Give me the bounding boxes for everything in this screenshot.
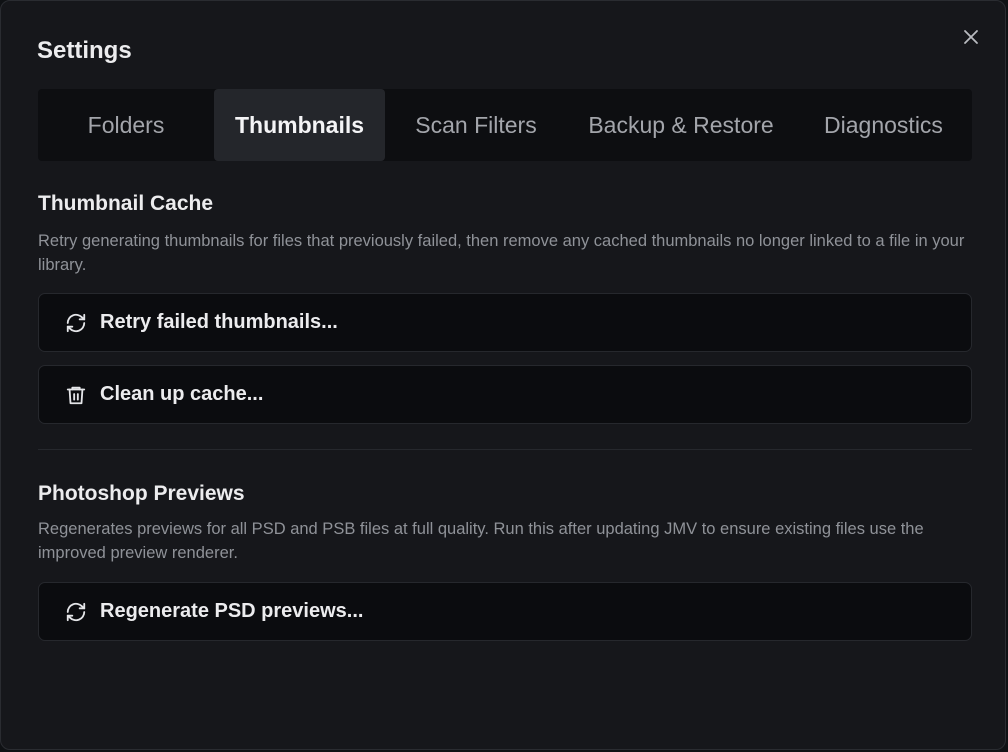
regenerate-button-label: Regenerate PSD previews... [100,600,364,622]
close-button[interactable] [958,26,984,52]
section-divider [38,449,972,450]
close-icon [962,28,980,51]
refresh-icon [64,600,88,624]
retry-failed-thumbnails-button[interactable]: Retry failed thumbnails... [38,293,972,352]
tab-folders[interactable]: Folders [38,89,214,161]
thumbnail-cache-description: Retry generating thumbnails for files th… [38,232,965,274]
photoshop-previews-description: Regenerates previews for all PSD and PSB… [38,520,924,562]
regenerate-psd-previews-button[interactable]: Regenerate PSD previews... [38,582,972,641]
clean-up-cache-button[interactable]: Clean up cache... [38,365,972,424]
thumbnail-cache-title: Thumbnail Cache [38,192,214,215]
settings-tabs: Folders Thumbnails Scan Filters Backup &… [38,89,972,161]
tab-backup-restore[interactable]: Backup & Restore [567,89,795,161]
tab-thumbnails[interactable]: Thumbnails [214,89,385,161]
cleanup-button-label: Clean up cache... [100,383,264,405]
dialog-title: Settings [37,37,132,64]
tab-scan-filters[interactable]: Scan Filters [385,89,567,161]
tab-diagnostics[interactable]: Diagnostics [795,89,972,161]
trash-icon [64,383,88,407]
refresh-icon [64,311,88,335]
retry-button-label: Retry failed thumbnails... [100,311,338,333]
settings-dialog: Settings Folders Thumbnails Scan Filters… [0,0,1006,750]
photoshop-previews-title: Photoshop Previews [38,482,245,505]
